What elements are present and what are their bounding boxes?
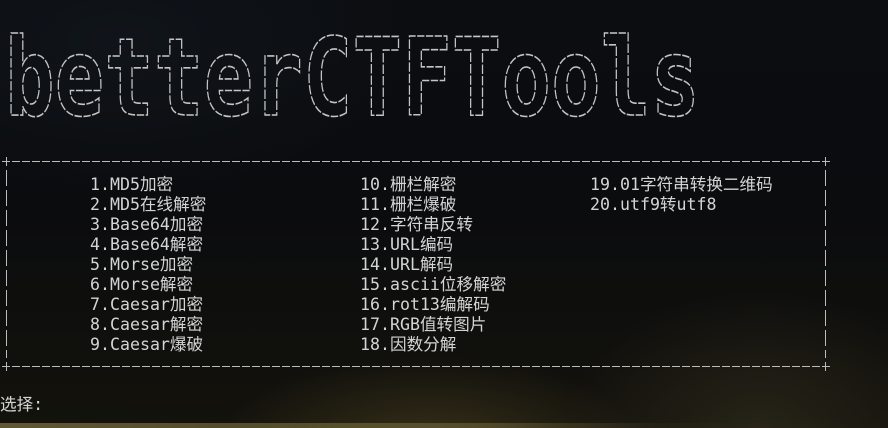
menu-column-2: 10.栅栏解密 11.栅栏爆破 12.字符串反转 13.URL编码 14.URL… <box>360 175 506 355</box>
prompt-line[interactable]: 选择: <box>0 395 253 415</box>
menu-item-base64-decode: 4.Base64解密 <box>90 235 204 254</box>
menu-item-railfence-bruteforce: 11.栅栏爆破 <box>360 195 457 214</box>
menu-box-left-border <box>6 170 7 358</box>
menu-item-railfence-decrypt: 10.栅栏解密 <box>360 175 457 194</box>
menu-column-3: 19.01字符串转换二维码 20.utf9转utf8 <box>590 175 773 215</box>
menu-item-caesar-encrypt: 7.Caesar加密 <box>90 295 204 314</box>
menu-item-string-reverse: 12.字符串反转 <box>360 215 473 234</box>
prompt-label: 选择: <box>0 395 44 414</box>
menu-item-morse-encode: 5.Morse加密 <box>90 255 194 274</box>
menu-item-rot13-codec: 16.rot13编解码 <box>360 295 490 314</box>
menu-item-morse-decode: 6.Morse解密 <box>90 275 194 294</box>
menu-box-right-border <box>825 170 826 358</box>
menu-item-caesar-decrypt: 8.Caesar解密 <box>90 315 204 334</box>
menu-box-corner-top-left <box>6 157 7 166</box>
menu-box-top-border <box>2 161 830 162</box>
menu-column-1: 1.MD5加密 2.MD5在线解密 3.Base64加密 4.Base64解密 … <box>90 175 206 355</box>
menu-item-rgb-to-image: 17.RGB值转图片 <box>360 315 487 334</box>
menu-item-md5-online-decrypt: 2.MD5在线解密 <box>90 195 207 214</box>
menu-item-ascii-shift-decrypt: 15.ascii位移解密 <box>360 275 507 294</box>
prompt-input[interactable] <box>53 395 253 415</box>
menu-box-corner-top-right <box>825 157 826 166</box>
banner-title: betterCTFTools <box>5 16 700 141</box>
menu-box-corner-bottom-right <box>825 362 826 371</box>
menu-item-caesar-bruteforce: 9.Caesar爆破 <box>90 335 204 354</box>
menu-item-url-decode: 14.URL解码 <box>360 255 454 274</box>
menu-box-corner-bottom-left <box>6 362 7 371</box>
background-bottom-glow <box>0 423 888 428</box>
banner-ascii-art: betterCTFTools <box>4 16 700 142</box>
menu-item-factorization: 18.因数分解 <box>360 335 457 354</box>
menu-item-utf9-to-utf8: 20.utf9转utf8 <box>590 195 717 214</box>
menu-item-md5-encrypt: 1.MD5加密 <box>90 175 174 194</box>
menu-item-base64-encode: 3.Base64加密 <box>90 215 204 234</box>
menu-box-bottom-border <box>2 366 830 367</box>
menu-item-binary-string-to-qrcode: 19.01字符串转换二维码 <box>590 175 773 194</box>
menu-item-url-encode: 13.URL编码 <box>360 235 454 254</box>
terminal-window[interactable]: betterCTFTools 1.MD5加密 2.MD5在线解密 3.Base6… <box>0 0 888 428</box>
